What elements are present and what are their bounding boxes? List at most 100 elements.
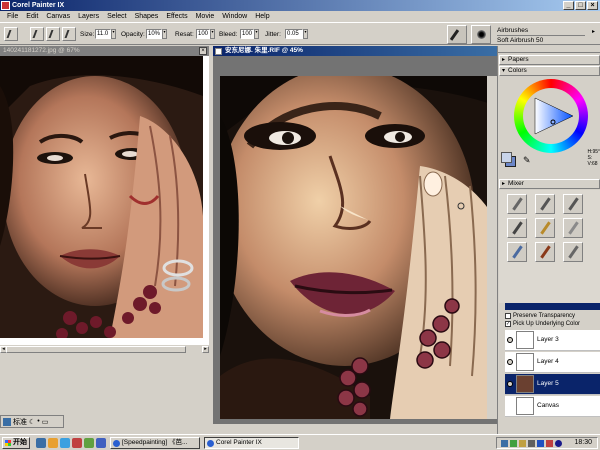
saturation-value-triangle[interactable]	[534, 97, 574, 135]
layer-row[interactable]: Layer 4	[505, 352, 600, 373]
menu-effects[interactable]: Effects	[162, 11, 191, 22]
panel-grip[interactable]	[498, 46, 600, 53]
layer-row[interactable]: Layer 3	[505, 330, 600, 351]
brush-category-icon[interactable]	[447, 25, 467, 44]
brush-variant-icon[interactable]	[563, 194, 583, 214]
size-field[interactable]: 11.0	[95, 29, 111, 39]
moon-icon[interactable]: ☾	[29, 418, 35, 426]
brush-variant-icon[interactable]	[507, 242, 527, 262]
freehand-stroke-icon[interactable]	[30, 27, 44, 41]
start-button[interactable]: 开始	[2, 437, 30, 449]
brush-dab-preview-icon[interactable]	[471, 25, 491, 44]
brush-selector[interactable]: Airbrushes Soft Airbrush 50 ▸	[447, 25, 597, 44]
keyboard-icon[interactable]: ▭	[42, 418, 49, 426]
menu-window[interactable]: Window	[218, 11, 251, 22]
brush-variant-icon[interactable]	[507, 218, 527, 238]
tray-icon[interactable]	[528, 440, 535, 447]
taskbar-item-painter[interactable]: Corel Painter IX	[204, 437, 299, 449]
preserve-transparency-label: Preserve Transparency	[513, 313, 576, 319]
brush-variant-icon[interactable]	[563, 218, 583, 238]
menu-layers[interactable]: Layers	[74, 11, 103, 22]
ime-mode-label[interactable]: 标准	[13, 417, 27, 427]
brush-variant-icon[interactable]	[507, 194, 527, 214]
bleed-spin[interactable]: ▾	[254, 29, 259, 39]
reference-document-window[interactable]: 140241181272.jpg @ 67% × ◂ ▸	[0, 46, 209, 353]
opacity-field[interactable]: 10%	[146, 29, 162, 39]
tray-icon[interactable]	[546, 440, 553, 447]
painting-title-text: 安东尼娜. 朱里.RIF @ 45%	[225, 47, 303, 54]
reset-tool-icon[interactable]	[4, 27, 18, 41]
system-tray: 18:30	[496, 437, 598, 449]
tray-icon[interactable]	[537, 440, 544, 447]
resat-field[interactable]: 100	[196, 29, 210, 39]
mixer-palette-header[interactable]: Mixer	[499, 179, 600, 189]
brush-variant[interactable]: Soft Airbrush 50	[497, 36, 585, 45]
quicklaunch-desktop-icon[interactable]	[36, 438, 46, 448]
brush-dab-icon[interactable]	[62, 27, 76, 41]
eyedropper-icon[interactable]: ✎	[523, 154, 533, 166]
reference-photo[interactable]	[0, 56, 203, 338]
preserve-transparency-option[interactable]: Preserve Transparency	[505, 312, 575, 320]
brush-variant-icon[interactable]	[563, 242, 583, 262]
tray-icon[interactable]	[555, 440, 562, 447]
hue-ring[interactable]	[514, 79, 588, 153]
painting-vscrollbar[interactable]	[487, 76, 497, 419]
menu-shapes[interactable]: Shapes	[131, 11, 163, 22]
brush-variant-icon[interactable]	[535, 242, 555, 262]
colors-palette-header[interactable]: Colors	[499, 66, 600, 76]
quicklaunch-app2-icon[interactable]	[84, 438, 94, 448]
scroll-right-icon[interactable]: ▸	[202, 346, 209, 353]
tray-icon[interactable]	[519, 440, 526, 447]
painting-canvas[interactable]	[220, 76, 498, 419]
layer-name: Layer 4	[537, 358, 559, 365]
close-button[interactable]: ×	[587, 1, 598, 10]
brush-variant-icon[interactable]	[535, 194, 555, 214]
quicklaunch-ie-icon[interactable]	[60, 438, 70, 448]
jitter-field[interactable]: 0.05	[285, 29, 303, 39]
pick-up-underlying-checkbox[interactable]: ✓	[505, 321, 511, 327]
ime-toolbar[interactable]: 标准 ☾ • ▭	[0, 415, 64, 428]
resat-spin[interactable]: ▾	[210, 29, 215, 39]
tray-icon[interactable]	[510, 440, 517, 447]
color-picker[interactable]: ✎ H:95° S: V:68	[499, 76, 600, 180]
quicklaunch-app-icon[interactable]	[72, 438, 82, 448]
brush-dropdown-icon[interactable]: ▸	[592, 28, 595, 35]
layers-palette-header[interactable]	[505, 303, 600, 310]
brush-category[interactable]: Airbrushes	[497, 26, 585, 36]
straight-stroke-icon[interactable]	[46, 27, 60, 41]
menu-movie[interactable]: Movie	[192, 11, 219, 22]
menu-select[interactable]: Select	[103, 11, 130, 22]
jitter-spin[interactable]: ▾	[303, 29, 308, 39]
quicklaunch-app3-icon[interactable]	[96, 438, 106, 448]
bleed-field[interactable]: 100	[240, 29, 254, 39]
reference-hscrollbar[interactable]: ◂ ▸	[0, 344, 209, 353]
brush-variant-icon[interactable]	[535, 218, 555, 238]
ime-logo-icon	[3, 417, 11, 426]
pick-up-underlying-option[interactable]: ✓ Pick Up Underlying Color	[505, 320, 580, 328]
eye-icon[interactable]	[507, 359, 513, 365]
menu-edit[interactable]: Edit	[22, 11, 42, 22]
preserve-transparency-checkbox[interactable]	[505, 313, 511, 319]
size-spin[interactable]: ▾	[111, 29, 116, 39]
punctuation-icon[interactable]: •	[37, 418, 39, 425]
tray-icon[interactable]	[501, 440, 508, 447]
reference-close-icon[interactable]: ×	[199, 47, 207, 55]
main-color-swatch[interactable]	[501, 152, 512, 163]
layer-row[interactable]: Canvas	[505, 396, 600, 417]
maximize-button[interactable]: □	[575, 1, 586, 10]
app-titlebar: Corel Painter IX _ □ ×	[0, 0, 600, 11]
menu-file[interactable]: File	[3, 11, 22, 22]
papers-palette-header[interactable]: Papers	[499, 55, 600, 65]
scroll-thumb[interactable]	[6, 346, 186, 353]
painting-document-window[interactable]: 安东尼娜. 朱里.RIF @ 45%	[213, 46, 498, 424]
taskbar-item-speedpainting[interactable]: [Speedpainting] 《芭...	[110, 437, 200, 449]
opacity-spin[interactable]: ▾	[162, 29, 167, 39]
quicklaunch-browser-icon[interactable]	[48, 438, 58, 448]
layer-row-selected[interactable]: Layer 5	[505, 374, 600, 395]
eye-icon[interactable]	[507, 337, 513, 343]
layer-thumbnail	[516, 397, 534, 415]
menu-canvas[interactable]: Canvas	[42, 11, 74, 22]
minimize-button[interactable]: _	[563, 1, 574, 10]
menu-help[interactable]: Help	[251, 11, 273, 22]
eye-icon[interactable]	[507, 381, 513, 387]
